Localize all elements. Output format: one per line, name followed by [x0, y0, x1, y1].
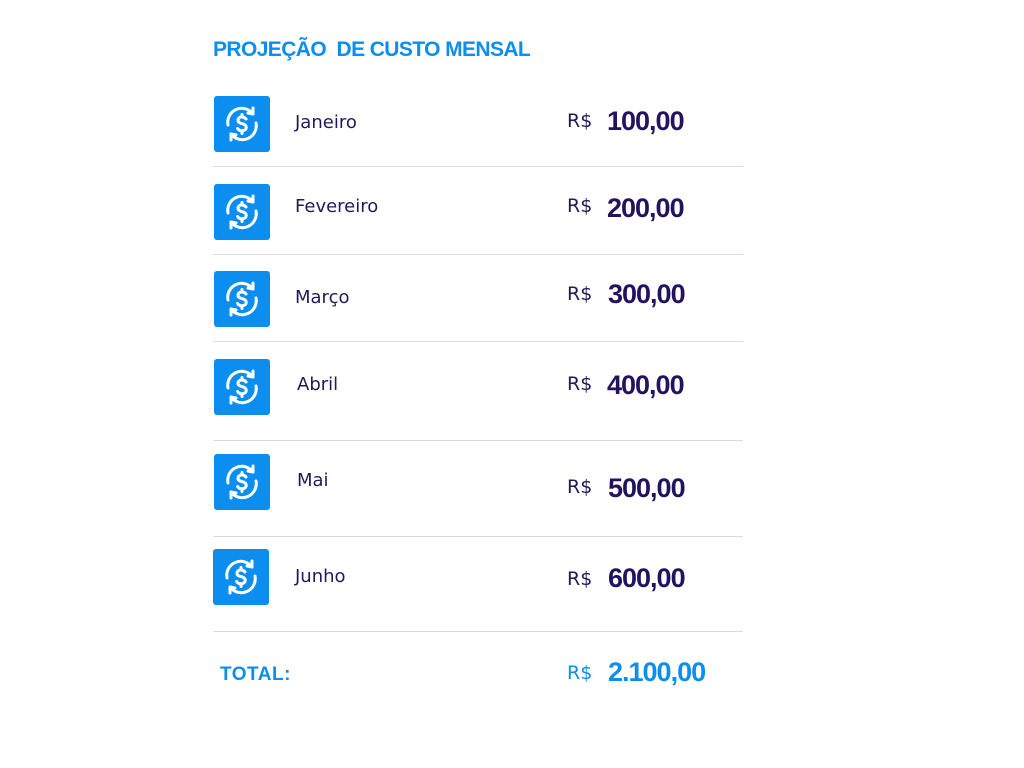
month-label: Março: [295, 287, 350, 308]
amount-value: 500,00: [608, 473, 686, 503]
currency-label: R$: [567, 195, 593, 217]
total-amount-value: 2.100,00: [608, 657, 706, 687]
currency-label: R$: [567, 476, 593, 498]
currency-label: R$: [567, 110, 593, 132]
amount-value: 600,00: [608, 563, 686, 593]
dollar-exchange-icon: [214, 271, 270, 327]
page-title: PROJEÇÃO DE CUSTO MENSAL: [213, 38, 531, 61]
dollar-exchange-icon: [214, 454, 270, 510]
divider: [213, 166, 743, 167]
month-label: Janeiro: [295, 112, 357, 133]
currency-label: R$: [567, 568, 593, 590]
month-label: Mai: [297, 470, 329, 491]
divider: [213, 631, 743, 632]
divider: [213, 341, 743, 342]
currency-label: R$: [567, 283, 593, 305]
dollar-exchange-icon: [213, 549, 269, 605]
dollar-exchange-icon: [214, 184, 270, 240]
amount-value: 400,00: [607, 370, 685, 400]
divider: [213, 440, 743, 441]
dollar-exchange-icon: [214, 96, 270, 152]
month-label: Fevereiro: [295, 196, 379, 217]
month-label: Junho: [295, 566, 346, 587]
amount-value: 300,00: [608, 279, 686, 309]
currency-label: R$: [567, 373, 593, 395]
total-currency-label: R$: [567, 662, 593, 684]
amount-value: 100,00: [607, 106, 685, 136]
total-label: TOTAL:: [220, 664, 291, 685]
month-label: Abril: [297, 374, 339, 395]
divider: [213, 254, 743, 255]
dollar-exchange-icon: [214, 359, 270, 415]
amount-value: 200,00: [607, 193, 685, 223]
divider: [213, 536, 743, 537]
